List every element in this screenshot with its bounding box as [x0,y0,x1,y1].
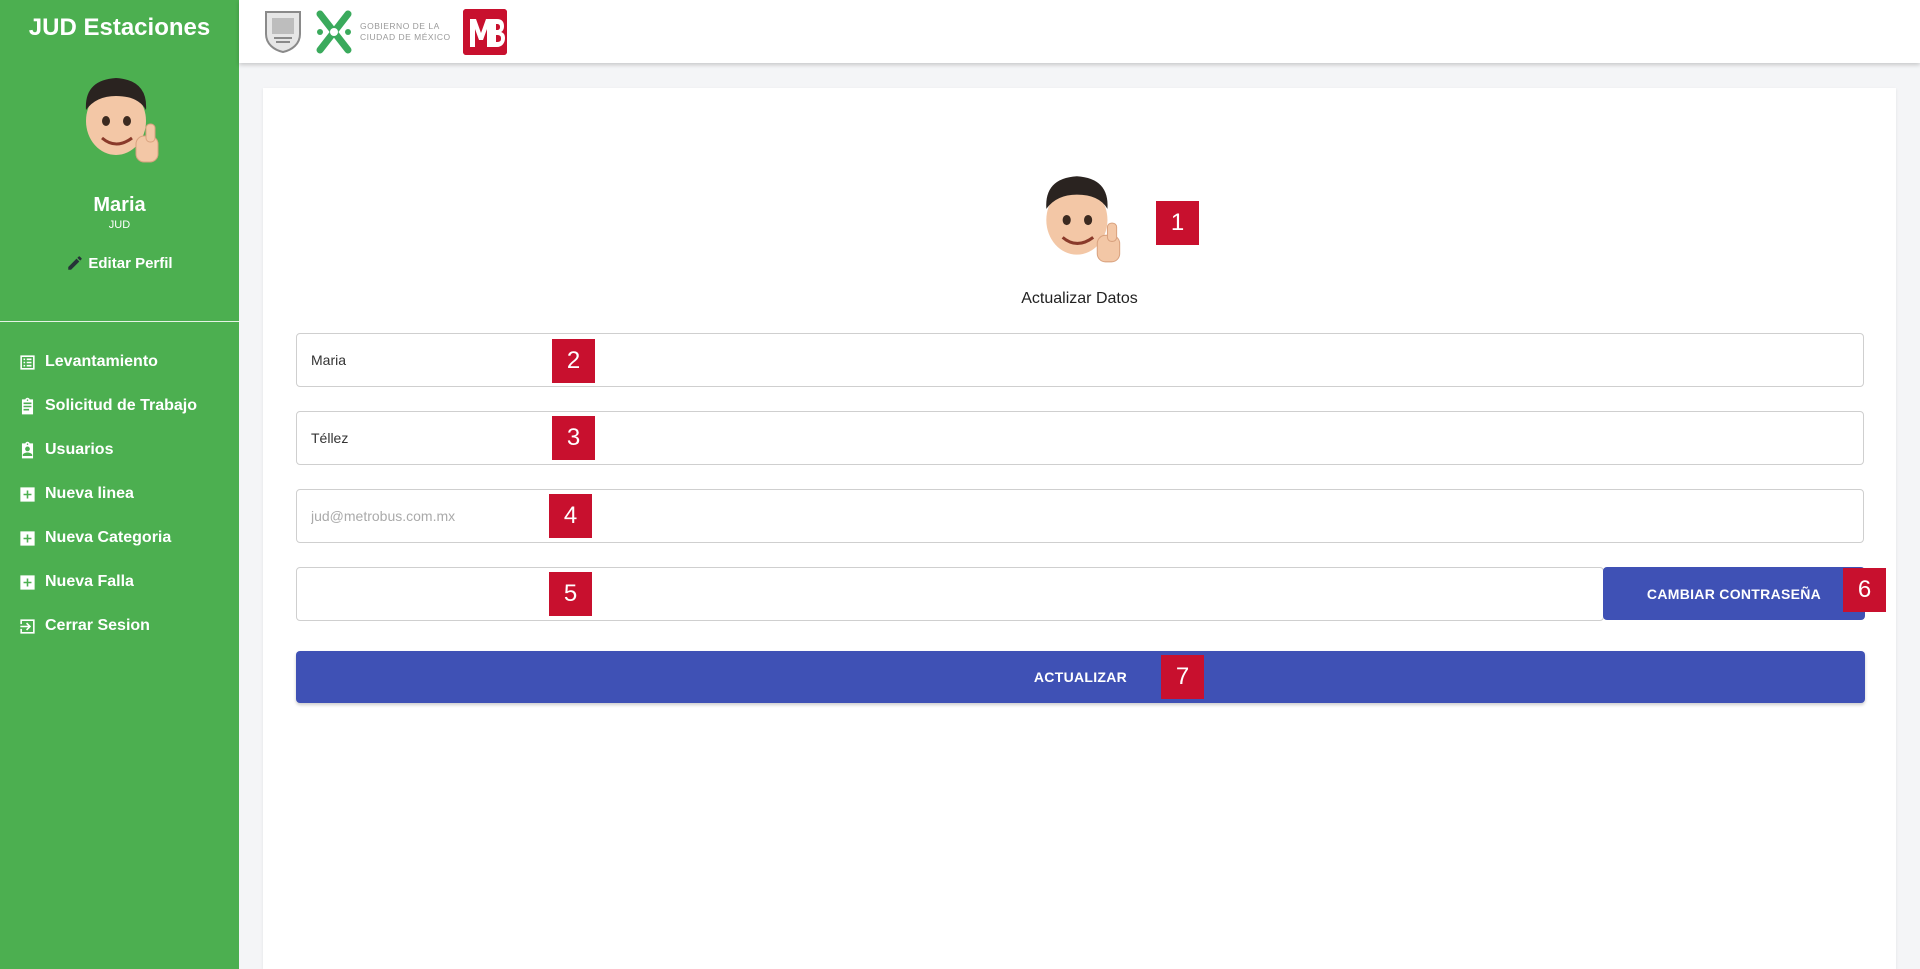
plus-box-icon [20,574,35,590]
edit-profile-label: Editar Perfil [88,254,173,272]
plus-box-icon [20,486,35,502]
clipboard-icon [21,397,34,414]
sidebar-item-label: Nueva linea [45,485,134,502]
cdmx-logo-line2: CIUDAD DE MÉXICO [360,32,451,42]
sidebar: JUD Estaciones Maria JUD Editar Perfil L… [0,0,239,969]
profile-avatar[interactable] [1031,164,1135,272]
email-input[interactable] [297,490,1863,542]
pencil-icon [68,256,83,270]
change-password-button[interactable]: CAMBIAR CONTRASEÑA [1603,567,1865,620]
last-name-field[interactable] [296,411,1864,465]
header-logos: GOBIERNO DE LA CIUDAD DE MÉXICO [264,8,507,56]
sidebar-item-nueva-linea[interactable]: Nueva linea [0,472,239,516]
plus-box-icon [20,530,35,546]
form-title: Actualizar Datos [1021,290,1138,307]
sidebar-nav: Levantamiento Solicitud de Trabajo Usuar… [0,340,239,648]
update-button[interactable]: ACTUALIZAR [296,651,1865,703]
metrobus-logo [462,9,507,55]
annotation-marker: 6 [1843,568,1886,612]
cdmx-logo-line1: GOBIERNO DE LA [360,21,440,31]
sidebar-item-levantamiento[interactable]: Levantamiento [0,340,239,384]
last-name-input[interactable] [297,412,1863,464]
cdmx-emblem-icon [316,10,352,54]
logout-icon [20,618,35,634]
sidebar-item-nueva-falla[interactable]: Nueva Falla [0,560,239,604]
sidebar-item-cerrar-sesion[interactable]: Cerrar Sesion [0,604,239,648]
cdmx-government-logo: GOBIERNO DE LA CIUDAD DE MÉXICO [314,8,451,56]
email-field[interactable] [296,489,1864,543]
annotation-marker: 1 [1156,201,1199,245]
sidebar-item-nueva-categoria[interactable]: Nueva Categoria [0,516,239,560]
annotation-marker: 2 [552,339,595,383]
app-title: JUD Estaciones [28,14,211,41]
password-input[interactable] [297,568,1603,620]
profile-form-card: Actualizar Datos CAMBIAR CONTRASEÑA ACTU… [263,88,1896,969]
top-bar: GOBIERNO DE LA CIUDAD DE MÉXICO [239,0,1920,63]
annotation-marker: 7 [1161,655,1204,699]
annotation-marker: 4 [549,494,592,538]
annotation-marker: 3 [552,416,595,460]
sidebar-item-label: Nueva Categoria [45,529,172,546]
edit-profile-link[interactable]: Editar Perfil [0,254,239,272]
cdmx-shield-logo [265,11,301,54]
sidebar-item-label: Cerrar Sesion [45,617,150,634]
profile-name: Maria [93,194,146,216]
sidebar-item-solicitud[interactable]: Solicitud de Trabajo [0,384,239,428]
password-field[interactable] [296,567,1604,621]
first-name-input[interactable] [297,334,1863,386]
user-badge-icon [21,441,34,458]
sidebar-item-label: Nueva Falla [45,573,134,590]
list-icon [20,354,35,370]
user-avatar [85,78,159,163]
profile-role: JUD [108,219,131,231]
annotation-marker: 5 [549,572,592,616]
sidebar-item-label: Levantamiento [45,353,158,370]
sidebar-divider [0,321,239,322]
first-name-field[interactable] [296,333,1864,387]
sidebar-item-label: Usuarios [45,441,114,458]
sidebar-item-usuarios[interactable]: Usuarios [0,428,239,472]
sidebar-item-label: Solicitud de Trabajo [45,397,198,414]
